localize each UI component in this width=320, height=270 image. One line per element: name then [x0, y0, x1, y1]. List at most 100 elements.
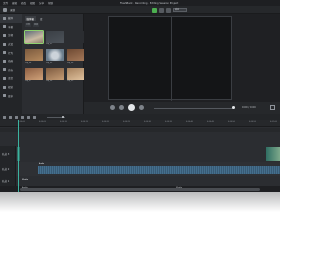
- sidebar-item-transitions[interactable]: 过渡: [0, 40, 22, 49]
- media-item[interactable]: clip_07: [25, 67, 43, 82]
- menu-share[interactable]: 分享: [39, 1, 44, 5]
- media-thumbnail: [46, 49, 64, 62]
- media-thumbnail: [67, 49, 85, 62]
- sidebar-item-label: 视觉: [8, 86, 14, 90]
- media-thumbnail: [46, 30, 64, 43]
- paste-icon[interactable]: [27, 115, 30, 119]
- menu-view[interactable]: 视图: [30, 1, 35, 5]
- track-header: 轨道 3: [0, 146, 16, 162]
- sidebar-item-cursor[interactable]: 光标: [0, 66, 22, 75]
- sidebar-item-voice[interactable]: 语音: [0, 74, 22, 83]
- media-thumbnail: [67, 67, 85, 80]
- sidebar-item-visual[interactable]: 视觉: [0, 83, 22, 92]
- ruler-tick: 0:00:45: [207, 121, 214, 123]
- media-item[interactable]: clip_05: [46, 49, 64, 64]
- sidebar-item-label: 媒体: [8, 17, 14, 21]
- step-back-icon[interactable]: [110, 105, 115, 110]
- ruler-tick: 0:00:05: [39, 121, 46, 123]
- media-thumbnail: [24, 29, 44, 44]
- playback-controls: 0:00 / 0:00: [84, 102, 280, 114]
- track-2[interactable]: 轨道 2 Audio: [0, 162, 280, 176]
- menu-modify[interactable]: 修改: [21, 1, 26, 5]
- tab-media-bin[interactable]: 媒体箱: [25, 16, 36, 21]
- sidebar-item-label: 注释: [8, 34, 14, 38]
- sidebar-item-media[interactable]: 媒体: [0, 14, 22, 23]
- animation-icon: [3, 59, 6, 63]
- track-name: 轨道 3: [2, 153, 10, 156]
- timeline-ruler[interactable]: 0:00:00 0:00:05 0:00:10 0:00:15 0:00:20 0:00:…: [0, 120, 280, 127]
- audio-waveform[interactable]: [38, 166, 280, 174]
- ruler-tick: 0:00:55: [249, 121, 256, 123]
- text-icon: [3, 25, 6, 29]
- tab-library[interactable]: 库: [39, 16, 45, 21]
- media-item[interactable]: clip_06: [67, 49, 85, 64]
- track-spacer: [0, 128, 280, 132]
- media-caption: clip_08: [46, 80, 53, 83]
- scrubber-handle[interactable]: [232, 106, 235, 109]
- media-thumbnail: [67, 30, 85, 43]
- record-button[interactable]: 录制: [10, 8, 15, 12]
- video-clip[interactable]: [266, 147, 280, 161]
- voice-icon: [3, 76, 6, 80]
- ruler-tick: 0:00:20: [102, 121, 109, 123]
- window-reflection: [0, 192, 280, 212]
- rewind-icon[interactable]: [119, 105, 124, 110]
- menu-help[interactable]: 帮助: [48, 1, 53, 5]
- scroll-label: Audio: [22, 186, 28, 189]
- zoom-select[interactable]: 适应: [173, 8, 187, 12]
- filter-video[interactable]: 视频: [33, 23, 40, 27]
- ruler-tick: 0:00:50: [228, 121, 235, 123]
- filter-all[interactable]: 全部: [25, 23, 32, 27]
- window-title: FlashBack · Recording · Editing Session …: [120, 1, 179, 5]
- media-item[interactable]: clip_04: [25, 49, 43, 64]
- ruler-tick: 0:01:00: [270, 121, 277, 123]
- split-icon[interactable]: [33, 115, 36, 119]
- ruler-tick: 0:00:00: [18, 121, 25, 123]
- track-name: 轨道 2: [2, 168, 10, 171]
- cut-icon[interactable]: [15, 115, 18, 119]
- crop-tool-button[interactable]: [166, 7, 171, 13]
- media-caption: clip_01: [25, 43, 32, 46]
- ruler-tick: 0:00:30: [144, 121, 151, 123]
- sidebar-item-behaviors[interactable]: 行为: [0, 48, 22, 57]
- timeline-zoom-handle[interactable]: [62, 116, 64, 118]
- timeline-tracks: 轨道 3 轨道 2 Audio 轨道 1 Media: [0, 128, 280, 192]
- sidebar-item-more[interactable]: 更多: [0, 91, 22, 100]
- play-icon[interactable]: [128, 104, 135, 111]
- media-item-empty: [67, 30, 85, 46]
- forward-icon[interactable]: [139, 105, 144, 110]
- undo-icon[interactable]: [3, 115, 6, 119]
- track-header: 轨道 2: [0, 162, 16, 176]
- media-caption: clip_02: [46, 43, 53, 46]
- media-item[interactable]: clip_02: [46, 30, 64, 46]
- fullscreen-icon[interactable]: [270, 105, 275, 110]
- menu-file[interactable]: 文件: [3, 1, 8, 5]
- record-icon[interactable]: [3, 7, 7, 12]
- media-caption: clip_09: [67, 80, 74, 83]
- media-item[interactable]: clip_01: [24, 29, 44, 46]
- ruler-tick: 0:00:25: [123, 121, 130, 123]
- track-3[interactable]: 轨道 3: [0, 146, 280, 162]
- sidebar-item-label: 更多: [8, 94, 14, 98]
- redo-icon[interactable]: [9, 115, 12, 119]
- media-item[interactable]: clip_08: [46, 67, 64, 83]
- scrollbar-thumb[interactable]: [20, 187, 260, 191]
- annotation-icon: [3, 33, 6, 37]
- preview-canvas[interactable]: [108, 16, 232, 101]
- sidebar-item-annotations[interactable]: 注释: [0, 31, 22, 40]
- copy-icon[interactable]: [21, 115, 24, 119]
- cursor-icon: [3, 68, 6, 72]
- timeline-playhead[interactable]: [18, 120, 19, 192]
- media-item[interactable]: clip_09: [67, 67, 85, 83]
- editor-window: 文件 编辑 修改 视图 分享 帮助 FlashBack · Recording …: [0, 0, 280, 192]
- ruler-tick: 0:00:10: [60, 121, 67, 123]
- playback-scrubber[interactable]: [154, 107, 234, 109]
- hand-tool-button[interactable]: [159, 7, 164, 13]
- select-tool-button[interactable]: [152, 7, 157, 13]
- sidebar-item-captions[interactable]: 字幕: [0, 23, 22, 32]
- sidebar-item-label: 光标: [8, 68, 14, 72]
- timecode: 0:00 / 0:00: [242, 105, 256, 109]
- menu-edit[interactable]: 编辑: [12, 1, 17, 5]
- track-1[interactable]: 轨道 1 Media: [0, 176, 280, 186]
- sidebar-item-animations[interactable]: 动画: [0, 57, 22, 66]
